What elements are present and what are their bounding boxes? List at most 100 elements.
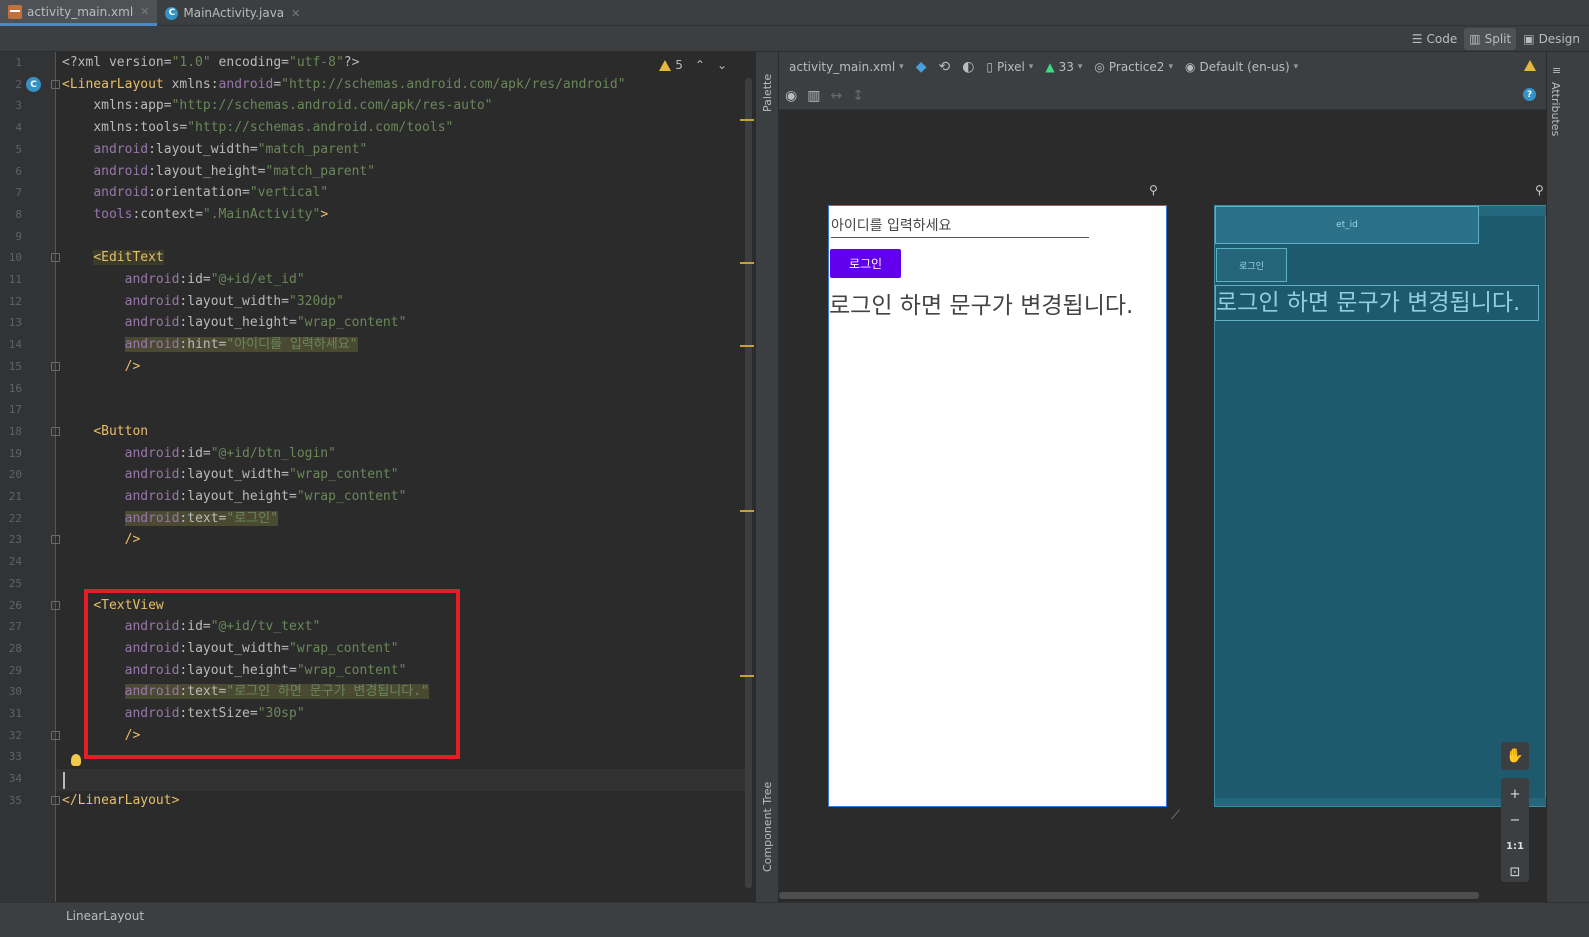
preview-textview[interactable]: 로그인 하면 문구가 변경됩니다. [829, 286, 1133, 320]
resize-handle-icon[interactable]: ⟋ [1171, 808, 1187, 824]
line-number: 31 [8, 707, 22, 720]
zoom-in-button[interactable]: + [1510, 784, 1521, 804]
help-icon[interactable]: ? [1523, 88, 1536, 101]
blueprint-textview[interactable]: 로그인 하면 문구가 변경됩니다. [1215, 285, 1539, 321]
warning-marker[interactable] [740, 510, 754, 512]
code-line[interactable]: android:layout_width="wrap_content" [62, 464, 399, 486]
code-line[interactable]: tools:context=".MainActivity"> [62, 204, 328, 226]
code-line[interactable]: /> [62, 529, 141, 551]
fold-toggle-icon[interactable] [51, 600, 60, 610]
component-tree-tab[interactable]: Component Tree [761, 782, 774, 872]
code-line[interactable]: android:orientation="vertical" [62, 182, 328, 204]
theme-selector[interactable]: ◎ Practice2 ▾ [1094, 60, 1173, 74]
code-line[interactable]: android:id="@+id/btn_login" [62, 443, 336, 465]
line-number: 16 [8, 381, 22, 395]
code-line[interactable]: <Button [62, 421, 148, 443]
eye-icon[interactable]: ◉ [785, 88, 797, 104]
pin-icon[interactable]: ⚲ [1535, 183, 1544, 197]
code-line[interactable]: android:id="@+id/et_id" [62, 269, 305, 291]
blueprint-toggle-icon[interactable]: ▥ [807, 88, 820, 104]
text-caret [63, 772, 65, 789]
warning-marker[interactable] [740, 119, 754, 121]
locale-selector[interactable]: ◉ Default (en-us) ▾ [1185, 60, 1298, 74]
chevron-down-icon: ▾ [1028, 62, 1034, 72]
device-preview[interactable]: 아이디를 입력하세요 로그인 로그인 하면 문구가 변경됩니다. [828, 205, 1167, 807]
attributes-panel-icon[interactable]: ≡ [1552, 64, 1561, 77]
line-number: 21 [8, 490, 22, 503]
code-line[interactable]: <?xml version="1.0" encoding="utf-8"?> [62, 52, 359, 74]
attributes-side-strip: ≡ Attributes [1546, 52, 1568, 902]
code-line[interactable]: /> [62, 356, 141, 378]
fold-toggle-icon[interactable] [51, 253, 60, 263]
warning-marker[interactable] [740, 675, 754, 677]
preview-edittext[interactable]: 아이디를 입력하세요 [831, 214, 1089, 238]
fold-toggle-icon[interactable] [51, 730, 60, 740]
blueprint-button[interactable]: 로그인 [1216, 248, 1287, 282]
blueprint-preview[interactable]: et_id 로그인 로그인 하면 문구가 변경됩니다. [1214, 205, 1547, 807]
device-selector[interactable]: ▯ Pixel ▾ [986, 60, 1033, 74]
night-mode-icon[interactable]: ◐ [962, 59, 974, 75]
code-line[interactable]: <EditText [62, 247, 164, 269]
fold-toggle-icon[interactable] [51, 795, 60, 805]
split-view-button[interactable]: ▥ Split [1464, 28, 1517, 50]
line-number: 34 [8, 772, 22, 786]
code-line[interactable]: xmlns:tools="http://schemas.android.com/… [62, 117, 453, 139]
preview-login-button[interactable]: 로그인 [830, 249, 901, 278]
code-line[interactable]: android:layout_width="match_parent" [62, 139, 367, 161]
pan-hand-icon[interactable]: ✋ [1501, 742, 1529, 770]
code-line[interactable]: android:hint="아이디를 입력하세요" [62, 334, 358, 356]
code-text-area[interactable]: <?xml version="1.0" encoding="utf-8"?> <L… [62, 52, 742, 902]
inspection-warnings[interactable]: 5 ⌃ ⌄ [659, 58, 727, 72]
blueprint-edittext[interactable]: et_id [1215, 206, 1479, 244]
fold-toggle-icon[interactable] [51, 535, 60, 545]
line-number: 15 [8, 359, 22, 373]
close-icon[interactable]: ✕ [291, 7, 300, 20]
code-line[interactable]: android:layout_height="wrap_content" [62, 312, 407, 334]
attributes-tab[interactable]: Attributes [1549, 82, 1562, 136]
code-line[interactable]: <LinearLayout xmlns:android="http://sche… [62, 74, 626, 96]
layout-design-surface[interactable]: activity_main.xml ▾ ◆ ⟲ ◐ ▯ Pixel ▾ ▲ 33 ▾ … [779, 52, 1547, 902]
api-level-selector[interactable]: ▲ 33 ▾ [1045, 60, 1082, 74]
layers-icon[interactable]: ◆ [916, 59, 927, 75]
line-number: 11 [8, 273, 22, 286]
code-line[interactable]: android:layout_height="match_parent" [62, 161, 375, 183]
zoom-out-button[interactable]: − [1510, 810, 1521, 830]
chevron-down-icon: ▾ [1293, 62, 1299, 72]
rotate-icon[interactable]: ⟲ [938, 59, 950, 75]
pin-icon[interactable]: ⚲ [1149, 183, 1158, 197]
image-icon: ▣ [1523, 32, 1535, 46]
layout-file-selector[interactable]: activity_main.xml ▾ [789, 60, 904, 74]
code-line[interactable]: android:text="로그인" [62, 508, 278, 530]
close-icon[interactable]: ✕ [140, 5, 149, 18]
fold-toggle-icon[interactable] [51, 426, 60, 436]
editor-vertical-scrollbar[interactable] [745, 78, 752, 888]
fold-toggle-icon[interactable] [51, 361, 60, 371]
tab-activity-main-xml[interactable]: activity_main.xml ✕ [0, 0, 158, 26]
breadcrumb[interactable]: LinearLayout [66, 909, 144, 923]
warning-icon[interactable] [1524, 60, 1536, 71]
code-line[interactable]: android:layout_height="wrap_content" [62, 486, 407, 508]
horizontal-resize-icon[interactable]: ↔ [830, 88, 842, 104]
chevron-down-icon[interactable]: ⌄ [717, 58, 727, 72]
fold-toggle-icon[interactable] [51, 79, 60, 89]
zoom-reset-button[interactable]: 1:1 [1506, 836, 1524, 856]
lightbulb-icon[interactable] [71, 754, 81, 766]
code-view-button[interactable]: ☰ Code [1407, 28, 1463, 50]
design-horizontal-scrollbar[interactable] [779, 892, 1479, 899]
palette-tab[interactable]: Palette [761, 74, 774, 112]
fit-screen-icon[interactable]: ⊡ [1510, 862, 1521, 882]
tab-label: MainActivity.java [183, 6, 285, 20]
vertical-resize-icon[interactable]: ↕ [852, 88, 864, 104]
chevron-up-icon[interactable]: ⌃ [695, 58, 705, 72]
code-line[interactable]: </LinearLayout> [62, 790, 179, 812]
line-number: 10 [8, 251, 22, 265]
code-editor[interactable]: C 1 2 3 4 5 6 7 8 9 10 11 12 13 14 15 16 17 18 19 20 21 22 23 2… [0, 52, 755, 902]
warning-marker[interactable] [740, 262, 754, 264]
line-number: 3 [15, 99, 22, 113]
code-line[interactable]: android:layout_width="320dp" [62, 291, 344, 313]
class-reference-icon[interactable]: C [26, 77, 41, 92]
design-view-button[interactable]: ▣ Design [1518, 28, 1585, 50]
tab-main-activity-java[interactable]: C MainActivity.java ✕ [157, 0, 308, 26]
code-line[interactable]: xmlns:app="http://schemas.android.com/ap… [62, 95, 492, 117]
warning-marker[interactable] [740, 345, 754, 347]
